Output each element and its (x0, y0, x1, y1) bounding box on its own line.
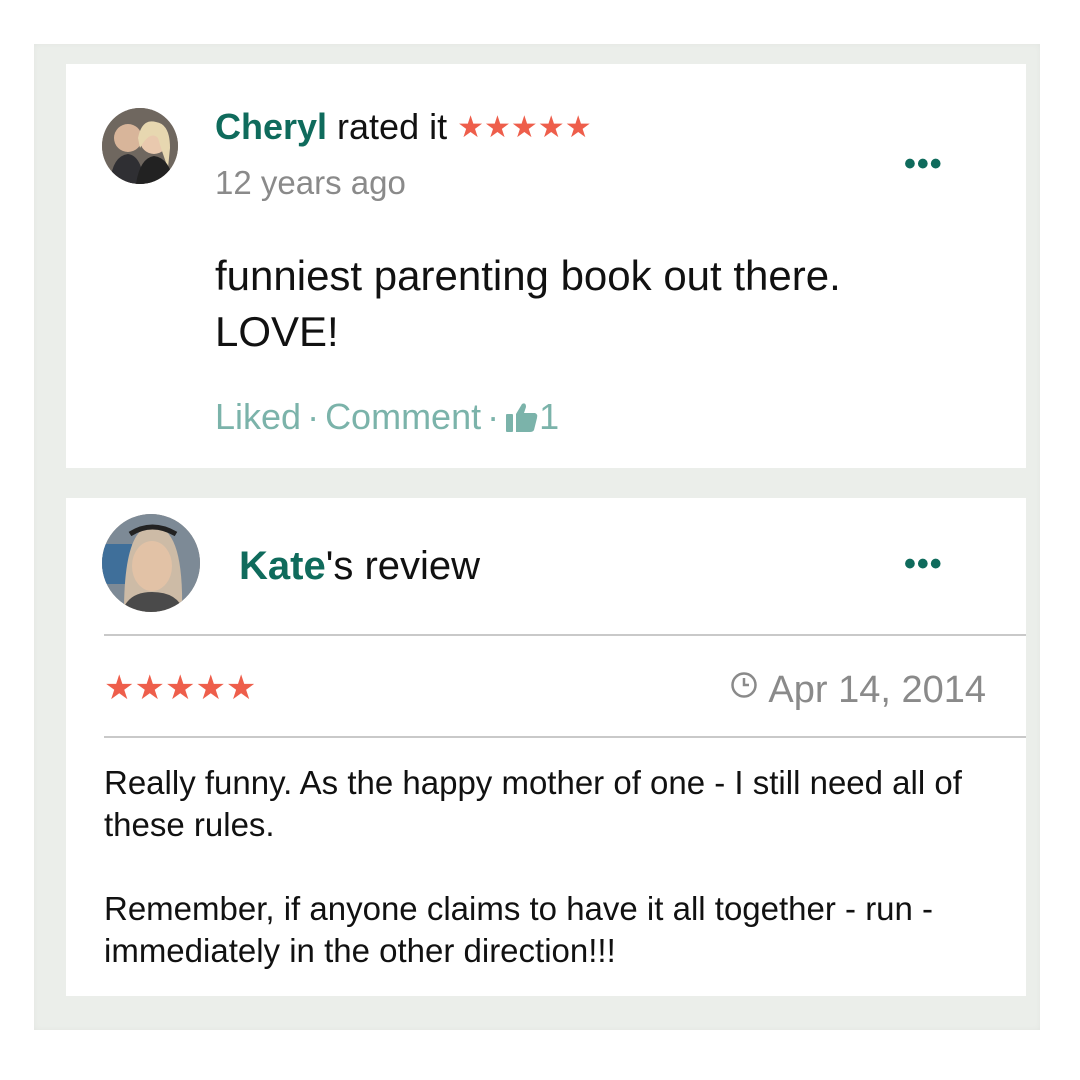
comment-button[interactable]: Comment (325, 396, 481, 437)
review-title: Kate's review (239, 542, 480, 590)
avatar[interactable] (102, 108, 178, 184)
reviewer-name[interactable]: Cheryl (215, 106, 327, 147)
star-rating: ★★★★★ (457, 111, 592, 144)
star-rating: ★★★★★ (104, 669, 257, 707)
rated-text: rated it (327, 106, 458, 147)
review-header: Cheryl rated it ★★★★★ (215, 106, 592, 149)
review-paragraph: Remember, if anyone claims to have it al… (104, 890, 934, 969)
review-card-kate: Kate's review ••• ★★★★★ Apr 14, 2014 Rea… (66, 498, 1026, 996)
review-actions: Liked · Comment · 1 (215, 396, 559, 442)
more-icon[interactable]: ••• (904, 147, 943, 181)
separator: · (487, 396, 500, 437)
avatar[interactable] (102, 514, 200, 612)
likes-count[interactable]: 1 (539, 396, 559, 437)
liked-button[interactable]: Liked (215, 396, 301, 437)
review-timestamp[interactable]: 12 years ago (215, 164, 406, 202)
review-text: funniest parenting book out there. LOVE! (215, 252, 841, 355)
divider (104, 634, 1026, 636)
separator: · (307, 396, 320, 437)
more-icon[interactable]: ••• (904, 547, 943, 581)
reviewer-name[interactable]: Kate (239, 544, 326, 588)
avatar-photo (102, 514, 200, 612)
review-card-cheryl: Cheryl rated it ★★★★★ 12 years ago ••• f… (66, 64, 1026, 468)
review-title-suffix: 's review (325, 544, 481, 588)
divider (104, 736, 1026, 738)
clock-icon (730, 666, 758, 709)
review-text: Really funny. As the happy mother of one… (104, 762, 1004, 1014)
thumbs-up-icon[interactable] (505, 400, 539, 442)
review-paragraph: Really funny. As the happy mother of one… (104, 764, 962, 843)
avatar-photo (102, 108, 178, 184)
review-date-text[interactable]: Apr 14, 2014 (768, 669, 986, 711)
review-date: Apr 14, 2014 (716, 666, 986, 712)
